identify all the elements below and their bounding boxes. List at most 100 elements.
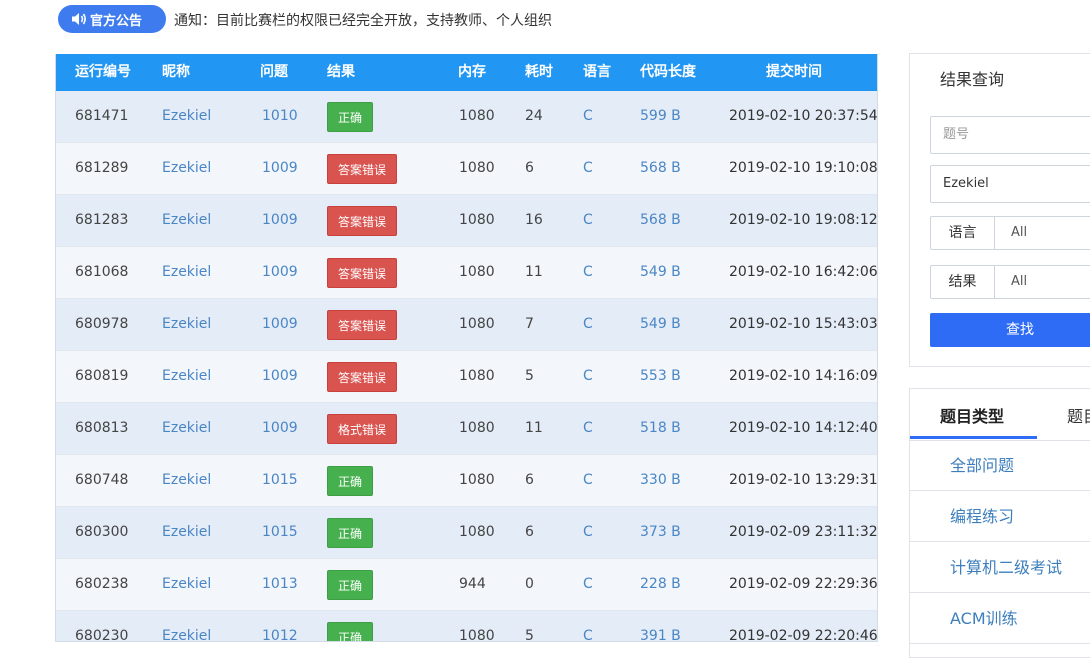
category-item-programming[interactable]: 编程练习 [910, 491, 1090, 542]
result-badge[interactable]: 正确 [327, 466, 373, 496]
cell-run-id: 680813 [75, 420, 129, 436]
result-badge[interactable]: 正确 [327, 102, 373, 132]
cell-language-link[interactable]: C [583, 195, 593, 246]
cell-problem-link[interactable]: 1009 [262, 143, 298, 194]
result-badge[interactable]: 答案错误 [327, 206, 397, 236]
cell-nickname-link[interactable]: Ezekiel [162, 195, 211, 246]
cell-language-link[interactable]: C [583, 611, 593, 641]
table-row: 680819 Ezekiel 1009 1080 5 C 553 B 2019-02-10 1… [56, 351, 877, 403]
cell-problem-link[interactable]: 1009 [262, 247, 298, 298]
tab-problem-type[interactable]: 题目类型 [940, 403, 1004, 427]
cell-code-length-link[interactable]: 568 B [640, 143, 681, 194]
category-item-label: 全部问题 [950, 456, 1015, 475]
category-item-label: 编程练习 [950, 507, 1015, 526]
cell-time: 11 [525, 264, 543, 280]
header-problem: 问题 [260, 64, 288, 80]
cell-run-id: 680748 [75, 472, 129, 488]
cell-problem-link[interactable]: 1015 [262, 507, 298, 558]
cell-code-length-link[interactable]: 518 B [640, 403, 681, 454]
cell-problem-link[interactable]: 1012 [262, 611, 298, 641]
cell-problem-link[interactable]: 1010 [262, 91, 298, 142]
cell-language-link[interactable]: C [583, 351, 593, 402]
category-item-all[interactable]: 全部问题 [910, 440, 1090, 491]
cell-code-length-link[interactable]: 549 B [640, 247, 681, 298]
cell-code-length-link[interactable]: 228 B [640, 559, 681, 610]
cell-language-link[interactable]: C [583, 559, 593, 610]
cell-nickname-link[interactable]: Ezekiel [162, 611, 211, 641]
cell-problem-link[interactable]: 1015 [262, 455, 298, 506]
cell-nickname-link[interactable]: Ezekiel [162, 403, 211, 454]
category-item-ncre[interactable]: 计算机二级考试 [910, 542, 1090, 593]
header-code-length: 代码长度 [640, 64, 696, 80]
tab-problem-other[interactable]: 题目 [1067, 403, 1090, 427]
cell-code-length-link[interactable]: 330 B [640, 455, 681, 506]
table-row: 680238 Ezekiel 1013 944 0 C 228 B 2019-02-09 22… [56, 559, 877, 611]
cell-nickname-link[interactable]: Ezekiel [162, 559, 211, 610]
table-row: 680748 Ezekiel 1015 1080 6 C 330 B 2019-02-10 1… [56, 455, 878, 507]
cell-problem-link[interactable]: 1013 [262, 559, 298, 610]
cell-run-id: 680300 [75, 524, 129, 540]
result-badge[interactable]: 格式错误 [327, 414, 397, 444]
cell-problem-link[interactable]: 1009 [262, 299, 298, 350]
cell-code-length-link[interactable]: 568 B [640, 195, 681, 246]
cell-time: 6 [525, 160, 534, 176]
cell-memory: 1080 [459, 524, 495, 540]
table-header: 运行编号 昵称 问题 结果 内存 耗时 语言 代码长度 提交时间 [56, 54, 877, 91]
table-row: 681471 Ezekiel 1010 1080 24 C 599 B 2019-02-10 … [56, 91, 877, 143]
result-select[interactable]: 结果 All [930, 265, 1090, 299]
cell-nickname-link[interactable]: Ezekiel [162, 299, 211, 350]
category-item-acm[interactable]: ACM训练 [910, 593, 1090, 644]
header-submit-time: 提交时间 [766, 64, 822, 80]
cell-code-length-link[interactable]: 549 B [640, 299, 681, 350]
nickname-input[interactable]: Ezekiel [930, 165, 1090, 203]
cell-language-link[interactable]: C [583, 91, 593, 142]
problem-id-input[interactable]: 题号 [930, 116, 1090, 154]
cell-submit-time: 2019-02-10 14:12:40 [729, 420, 878, 436]
cell-nickname-link[interactable]: Ezekiel [162, 507, 211, 558]
cell-language-link[interactable]: C [583, 403, 593, 454]
language-select[interactable]: 语言 All [930, 216, 1090, 250]
cell-memory: 1080 [459, 212, 495, 228]
problem-category-panel: 题目类型 题目 全部问题 编程练习 计算机二级考试 ACM训练 [909, 388, 1090, 658]
cell-problem-link[interactable]: 1009 [262, 351, 298, 402]
cell-code-length-link[interactable]: 391 B [640, 611, 681, 641]
cell-run-id: 681068 [75, 264, 129, 280]
announcement-text[interactable]: 通知：目前比赛栏的权限已经完全开放，支持教师、个人组织 [174, 10, 552, 30]
search-button[interactable]: 查找 [930, 313, 1090, 347]
cell-language-link[interactable]: C [583, 143, 593, 194]
speaker-icon [72, 13, 86, 25]
cell-language-link[interactable]: C [583, 247, 593, 298]
language-select-value: All [1011, 225, 1028, 240]
table-body: 681471 Ezekiel 1010 1080 24 C 599 B 2019-02-10 … [56, 91, 878, 641]
cell-code-length-link[interactable]: 599 B [640, 91, 681, 142]
cell-submit-time: 2019-02-10 16:42:06 [729, 264, 878, 280]
result-badge[interactable]: 正确 [327, 622, 373, 641]
cell-code-length-link[interactable]: 373 B [640, 507, 681, 558]
table-row: 681068 Ezekiel 1009 1080 11 C 549 B 2019-02-10 … [56, 247, 878, 299]
cell-problem-link[interactable]: 1009 [262, 403, 298, 454]
cell-run-id: 681471 [75, 108, 129, 124]
cell-submit-time: 2019-02-10 15:43:03 [729, 316, 878, 332]
table-row: 681283 Ezekiel 1009 1080 16 C 568 B 2019-02-10 … [56, 195, 877, 247]
cell-language-link[interactable]: C [583, 299, 593, 350]
cell-code-length-link[interactable]: 553 B [640, 351, 681, 402]
result-badge[interactable]: 正确 [327, 518, 373, 548]
cell-memory: 944 [459, 576, 486, 592]
cell-nickname-link[interactable]: Ezekiel [162, 91, 211, 142]
header-run-id: 运行编号 [75, 64, 131, 80]
result-badge[interactable]: 答案错误 [327, 362, 397, 392]
result-badge[interactable]: 答案错误 [327, 310, 397, 340]
cell-language-link[interactable]: C [583, 455, 593, 506]
cell-nickname-link[interactable]: Ezekiel [162, 143, 211, 194]
cell-run-id: 680238 [75, 576, 129, 592]
cell-language-link[interactable]: C [583, 507, 593, 558]
cell-nickname-link[interactable]: Ezekiel [162, 351, 211, 402]
cell-nickname-link[interactable]: Ezekiel [162, 455, 211, 506]
cell-nickname-link[interactable]: Ezekiel [162, 247, 211, 298]
result-badge[interactable]: 答案错误 [327, 154, 397, 184]
result-badge[interactable]: 正确 [327, 570, 373, 600]
cell-submit-time: 2019-02-10 13:29:31 [729, 472, 878, 488]
announcement-badge[interactable]: 官方公告 [58, 5, 166, 33]
cell-problem-link[interactable]: 1009 [262, 195, 298, 246]
result-badge[interactable]: 答案错误 [327, 258, 397, 288]
